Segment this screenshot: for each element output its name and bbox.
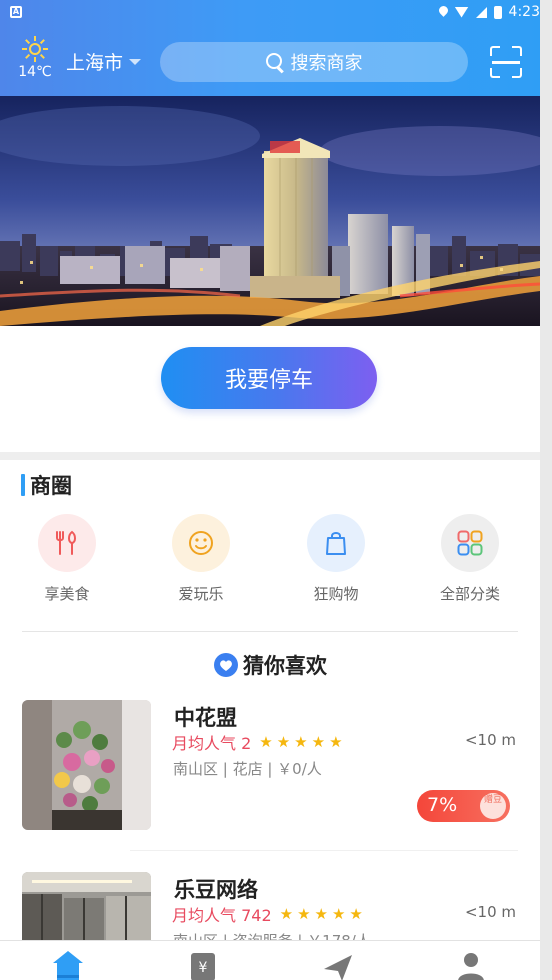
battery-icon — [493, 5, 502, 19]
category-label: 狂购物 — [313, 585, 359, 603]
city-name: 上海市 — [66, 52, 124, 74]
app-screen: A 4:23 14℃ 上海市 搜索商家 我要停车 商圈 享美食 爱玩乐 狂购物 … — [0, 0, 540, 980]
heart-icon — [214, 653, 238, 677]
status-icons: 4:23 — [439, 3, 540, 21]
screen-edge — [540, 0, 552, 980]
sun-icon — [22, 36, 48, 62]
star-rating: ★★★★★ — [279, 905, 367, 923]
status-time: 4:23 — [508, 4, 540, 20]
category-shopping[interactable]: 狂购物 — [276, 512, 396, 604]
temperature: 14℃ — [18, 64, 52, 80]
promo-banner[interactable] — [0, 96, 540, 326]
nav-profile[interactable] — [451, 945, 491, 980]
shop-meta: 南山区 | 花店 | ￥0/人 — [173, 760, 322, 778]
business-district-title: 商圈 — [21, 470, 72, 500]
shopping-bag-icon — [307, 514, 365, 572]
shop-distance: <10 m — [464, 903, 516, 921]
bottom-nav: ¥ — [0, 940, 540, 980]
search-icon — [265, 52, 285, 72]
shop-photo — [22, 700, 151, 830]
discount-badge[interactable]: 7% 赠豆 — [417, 790, 510, 822]
shop-separator — [130, 850, 518, 851]
top-header: A 4:23 14℃ 上海市 搜索商家 — [0, 0, 540, 96]
recommend-title: 猜你喜欢 — [0, 650, 540, 680]
category-label: 爱玩乐 — [178, 585, 224, 603]
smiley-icon — [172, 514, 230, 572]
nav-coupon[interactable]: ¥ — [183, 945, 223, 980]
scan-icon — [490, 46, 500, 56]
grid-icon — [441, 514, 499, 572]
shop-popularity-row: 月均人气 2 ★★★★★ — [172, 730, 347, 754]
category-food[interactable]: 享美食 — [7, 512, 127, 604]
shop-distance: <10 m — [464, 731, 516, 749]
coupon-icon: ¥ — [191, 953, 215, 980]
discount-percent: 7% — [427, 794, 458, 816]
shop-popularity: 月均人气 742 — [172, 906, 272, 925]
shop-card[interactable]: 中花盟 月均人气 2 ★★★★★ <10 m 南山区 | 花店 | ￥0/人 7… — [22, 700, 518, 840]
shop-name: 中花盟 — [174, 706, 237, 730]
signal-icon — [475, 6, 487, 18]
shop-popularity-row: 月均人气 742 ★★★★★ — [172, 902, 367, 926]
section-divider — [0, 452, 540, 460]
fork-knife-icon — [38, 514, 96, 572]
chevron-down-icon — [129, 58, 142, 65]
category-grid: 享美食 爱玩乐 狂购物 全部分类 — [0, 512, 540, 612]
search-placeholder: 搜索商家 — [290, 53, 363, 74]
scan-button[interactable] — [490, 46, 522, 78]
shop-popularity: 月均人气 2 — [172, 734, 252, 753]
paper-plane-icon — [324, 955, 352, 980]
category-entertainment[interactable]: 爱玩乐 — [141, 512, 261, 604]
category-label: 全部分类 — [439, 585, 500, 603]
city-skyline-image — [0, 96, 540, 326]
star-rating: ★★★★★ — [259, 733, 347, 751]
wifi-icon — [454, 6, 469, 18]
title-accent-bar — [21, 474, 25, 496]
shop-name: 乐豆网络 — [174, 878, 258, 902]
svg-text:¥: ¥ — [199, 960, 208, 976]
category-all[interactable]: 全部分类 — [410, 512, 530, 604]
notification-icon: A — [10, 6, 22, 18]
profile-icon — [458, 953, 484, 980]
nav-home[interactable] — [48, 945, 88, 980]
park-button[interactable]: 我要停车 — [161, 347, 377, 409]
horizontal-rule — [22, 631, 518, 632]
search-bar[interactable]: 搜索商家 — [160, 42, 468, 82]
recommend-label: 猜你喜欢 — [243, 654, 327, 678]
business-district-label: 商圈 — [30, 474, 72, 498]
location-icon — [439, 6, 448, 18]
city-selector[interactable]: 上海市 — [66, 48, 142, 75]
category-label: 享美食 — [44, 585, 90, 603]
weather-widget: 14℃ — [14, 36, 56, 80]
nav-discover[interactable] — [318, 945, 358, 980]
home-icon — [53, 951, 83, 980]
status-bar: A 4:23 — [0, 0, 540, 24]
bean-tag-icon: 赠豆 — [480, 793, 506, 819]
